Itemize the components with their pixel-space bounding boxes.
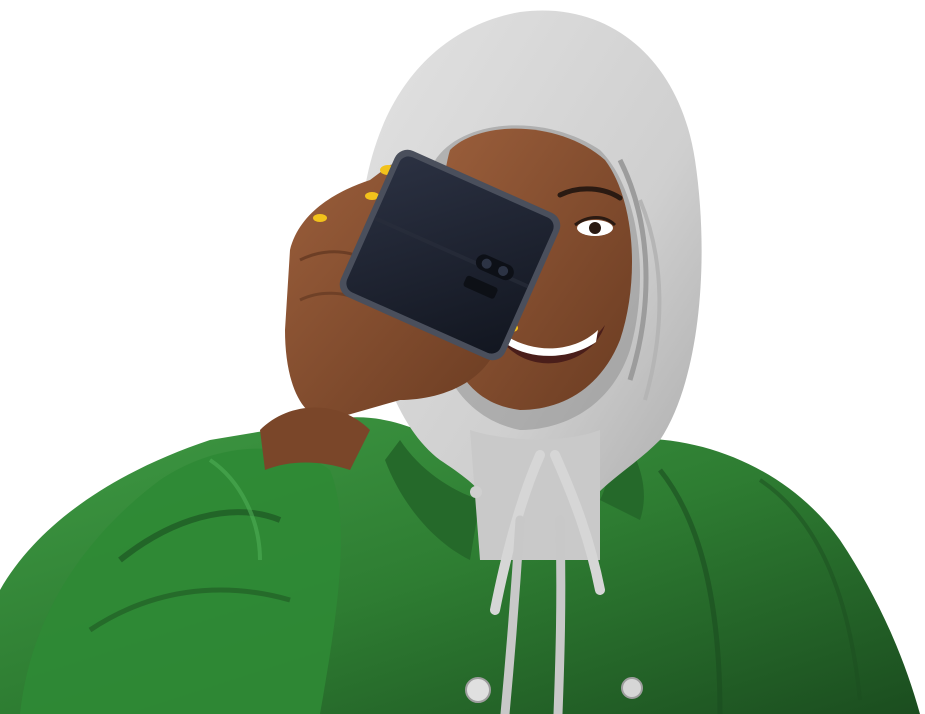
photo-scene <box>0 0 925 714</box>
nail <box>313 214 327 222</box>
photo-illustration <box>0 10 920 714</box>
